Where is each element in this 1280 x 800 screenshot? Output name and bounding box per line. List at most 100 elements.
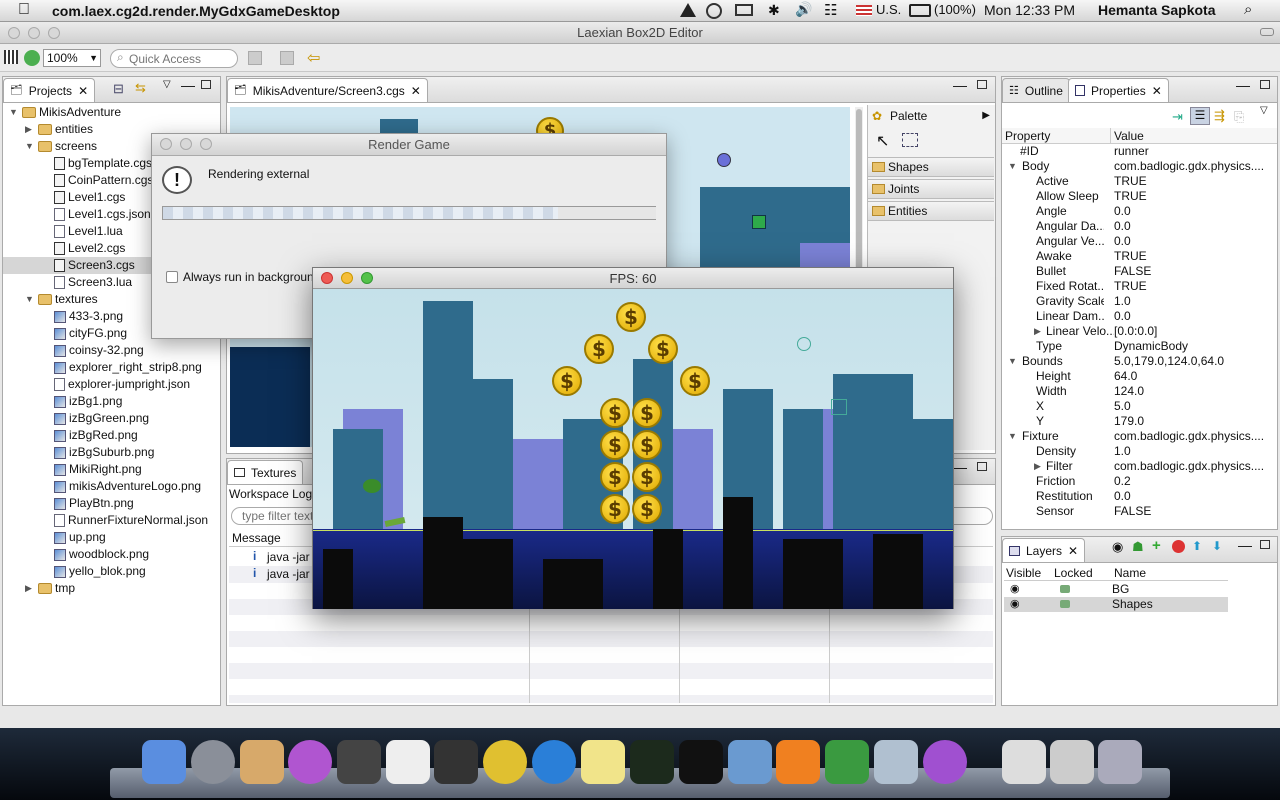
chrome-icon[interactable]	[483, 740, 527, 784]
tree-file[interactable]: explorer_right_strip8.png	[3, 359, 220, 376]
chevron-down-icon[interactable]: ▼	[1008, 429, 1017, 444]
property-row[interactable]: Angular Da... 0.0	[1004, 219, 1276, 234]
chevron-down-icon[interactable]: ▼	[1008, 354, 1017, 369]
property-row[interactable]: ▶ Filter com.badlogic.gdx.physics....	[1004, 459, 1276, 474]
property-row[interactable]: ▶ Linear Velo... [0.0:0.0]	[1004, 324, 1276, 339]
tree-file[interactable]: izBgSuburb.png	[3, 444, 220, 461]
coin[interactable]: $	[616, 302, 646, 332]
close-icon[interactable]: ✕	[1152, 79, 1162, 103]
grid-icon[interactable]	[4, 50, 18, 64]
maximize-icon[interactable]	[1260, 540, 1270, 549]
coffee-icon[interactable]	[386, 740, 430, 784]
property-row[interactable]: Bullet FALSE	[1004, 264, 1276, 279]
tab-screen3-editor[interactable]: 🗂 MikisAdventure/Screen3.cgs ✕	[227, 78, 428, 102]
coin[interactable]: $	[600, 462, 630, 492]
coin[interactable]: $	[600, 398, 630, 428]
quick-access-input[interactable]	[129, 52, 233, 66]
contacts-icon[interactable]	[240, 740, 284, 784]
chevron-right-icon[interactable]: ▶	[25, 580, 35, 597]
chevron-down-icon[interactable]: ▼	[1008, 159, 1017, 174]
lock-icon[interactable]	[1060, 600, 1070, 608]
nav-back-icon[interactable]	[248, 51, 262, 65]
tab-projects[interactable]: 🗂 Projects ✕	[3, 78, 96, 102]
select-tool-icon[interactable]: ↖	[876, 131, 889, 151]
coin[interactable]: $	[632, 462, 662, 492]
activity-monitor-icon[interactable]	[630, 740, 674, 784]
tree-file[interactable]: izBgRed.png	[3, 427, 220, 444]
last-edit-icon[interactable]: ⇦	[307, 48, 320, 68]
chevron-right-icon[interactable]: ▶	[25, 121, 35, 138]
palette-title[interactable]: ✿ Palette ▶	[868, 105, 996, 127]
stickies-icon[interactable]	[581, 740, 625, 784]
tab-layers[interactable]: Layers ✕	[1002, 538, 1086, 562]
view-menu-icon[interactable]: ▽	[1260, 105, 1268, 116]
input-source[interactable]: U.S.	[876, 2, 901, 17]
tab-outline[interactable]: ☷ Outline	[1002, 78, 1070, 102]
property-row[interactable]: Angular Ve... 0.0	[1004, 234, 1276, 249]
documents-icon[interactable]	[1002, 740, 1046, 784]
downloads-icon[interactable]	[1050, 740, 1094, 784]
advanced-icon[interactable]: ⇶	[1214, 108, 1225, 124]
view-menu-icon[interactable]: ▽	[163, 79, 171, 90]
coin[interactable]: $	[552, 366, 582, 396]
xampp-icon[interactable]	[776, 740, 820, 784]
minimize-icon[interactable]: —	[1236, 77, 1250, 93]
lock-icon[interactable]	[1060, 585, 1070, 593]
property-row[interactable]: Fixed Rotat... TRUE	[1004, 279, 1276, 294]
eye-icon[interactable]: ◉	[1010, 597, 1020, 610]
photos-icon[interactable]	[874, 740, 918, 784]
maximize-icon[interactable]	[977, 80, 987, 89]
tree-file[interactable]: explorer-jumpright.json	[3, 376, 220, 393]
joint-anchor[interactable]	[797, 337, 811, 351]
tree-file[interactable]: coinsy-32.png	[3, 342, 220, 359]
sublime-icon[interactable]	[337, 740, 381, 784]
tree-file[interactable]: PlayBtn.png	[3, 495, 220, 512]
run-icon[interactable]	[24, 50, 40, 66]
property-row[interactable]: Y 179.0	[1004, 414, 1276, 429]
property-row[interactable]: Friction 0.2	[1004, 474, 1276, 489]
coin[interactable]: $	[680, 366, 710, 396]
coin[interactable]: $	[632, 430, 662, 460]
coin[interactable]: $	[632, 494, 662, 524]
drive-icon[interactable]	[680, 3, 696, 17]
canvas-joint-anchor[interactable]	[717, 153, 731, 167]
categories-icon[interactable]: ☰	[1190, 107, 1210, 125]
maximize-icon[interactable]	[977, 462, 987, 471]
minimize-icon[interactable]: —	[953, 459, 967, 475]
battery-percent[interactable]: (100%)	[934, 2, 976, 17]
tree-file[interactable]: up.png	[3, 529, 220, 546]
tree-file[interactable]: woodblock.png	[3, 546, 220, 563]
collapse-all-icon[interactable]: ⊟	[113, 81, 124, 97]
bluetooth-icon[interactable]: ✱	[768, 2, 780, 19]
layer-row[interactable]: ◉ Shapes	[1004, 597, 1228, 612]
chevron-down-icon[interactable]: ▼	[25, 291, 35, 308]
spotlight-icon[interactable]: ⌕	[1244, 1, 1252, 18]
app-menu[interactable]: com.laex.cg2d.render.MyGdxGameDesktop	[52, 3, 340, 19]
pin-icon[interactable]: ⇥	[1172, 109, 1183, 125]
add-layer-icon[interactable]: +	[1152, 537, 1161, 554]
wifi-icon[interactable]: ☷	[824, 1, 837, 19]
tree-folder[interactable]: ▶ tmp	[3, 580, 220, 597]
player-character[interactable]	[363, 479, 381, 493]
minimize-icon[interactable]: —	[181, 77, 195, 93]
orb-app-icon[interactable]	[288, 740, 332, 784]
link-editor-icon[interactable]: ⇆	[135, 80, 146, 96]
game-close-button[interactable]	[321, 272, 333, 284]
property-row[interactable]: Type DynamicBody	[1004, 339, 1276, 354]
box-shape[interactable]	[831, 399, 847, 415]
property-row[interactable]: Restitution 0.0	[1004, 489, 1276, 504]
terminal-icon[interactable]	[679, 740, 723, 784]
bbedit-icon[interactable]	[825, 740, 869, 784]
layers-column-header[interactable]: Visible Locked Name	[1004, 566, 1228, 581]
canvas-box-shape[interactable]	[752, 215, 766, 229]
property-row[interactable]: ▼ Body com.badlogic.gdx.physics....	[1004, 159, 1276, 174]
chevron-down-icon[interactable]: ▼	[9, 104, 19, 121]
trash-icon[interactable]	[1098, 740, 1142, 784]
chevron-right-icon[interactable]: ▶	[1034, 324, 1041, 339]
tree-file[interactable]: izBg1.png	[3, 393, 220, 410]
tab-textures[interactable]: Textures	[227, 460, 304, 484]
property-row[interactable]: Angle 0.0	[1004, 204, 1276, 219]
maximize-icon[interactable]	[201, 80, 211, 89]
palette-section-entities[interactable]: Entities	[868, 201, 994, 221]
zoom-window-button[interactable]	[48, 27, 60, 39]
